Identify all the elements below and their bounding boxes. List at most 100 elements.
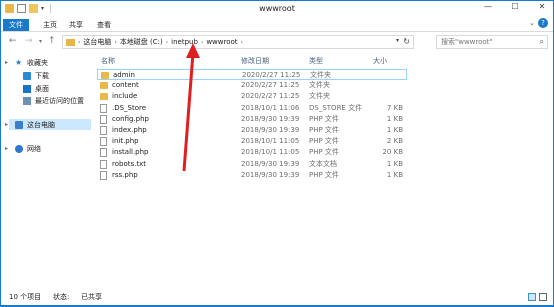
file-date: 2018/10/1 11:05 — [241, 137, 300, 146]
sort-ascending-icon: ▲ — [189, 49, 194, 56]
breadcrumb-separator-icon[interactable]: › — [241, 39, 243, 46]
column-header-date[interactable]: 修改日期 — [241, 55, 269, 67]
address-dropdown-icon[interactable]: ▾ — [396, 37, 399, 44]
file-date: 2018/9/30 19:39 — [241, 126, 300, 134]
desktop-icon — [23, 85, 31, 93]
shared-status: 已共享 — [81, 293, 102, 301]
table-row[interactable]: config.php 2018/9/30 19:39 PHP 文件 1 KB — [97, 114, 407, 125]
folder-icon — [100, 93, 108, 101]
file-date: 2020/2/27 11:25 — [241, 92, 300, 101]
explorer-window: ▾ wwwroot — ☐ ✕ 文件 主页 共享 查看 ⌄ ? ← → ▾ ↑ … — [0, 0, 554, 306]
file-icon — [100, 114, 107, 124]
table-row[interactable]: content 2020/2/27 11:25 文件夹 — [97, 80, 407, 91]
maximize-button[interactable]: ☐ — [508, 2, 522, 11]
computer-icon — [15, 120, 23, 129]
file-type: 文本文档 — [309, 159, 337, 168]
file-name: .DS_Store — [112, 103, 147, 112]
up-button[interactable]: ↑ — [48, 36, 56, 47]
file-name: install.php — [112, 148, 149, 157]
title-bar: ▾ wwwroot — ☐ ✕ — [1, 1, 553, 18]
table-row[interactable]: init.php 2018/10/1 11:05 PHP 文件 2 KB — [97, 136, 407, 147]
forward-button[interactable]: → — [25, 36, 33, 47]
status-label: 状态: — [53, 293, 70, 301]
search-input[interactable]: 搜索"wwwroot" ⌕ — [436, 35, 548, 49]
ribbon-expand-icon[interactable]: ⌄ — [529, 19, 535, 27]
tab-share[interactable]: 共享 — [63, 19, 89, 31]
details-view-icon[interactable] — [528, 293, 536, 301]
nav-favorites-label: 收藏夹 — [27, 59, 48, 67]
file-type: PHP 文件 — [309, 148, 339, 157]
table-row[interactable]: robots.txt 2018/9/30 19:39 文本文档 1 KB — [97, 159, 407, 170]
file-type: PHP 文件 — [309, 137, 339, 146]
file-type: 文件夹 — [309, 81, 330, 90]
breadcrumb-local-disk[interactable]: 本地磁盘 (C:) — [120, 37, 163, 47]
table-row[interactable]: admin 2020/2/27 11:25 文件夹 — [97, 69, 407, 80]
file-size: 1 KB — [386, 126, 403, 134]
ribbon-tabs: 文件 主页 共享 查看 ⌄ ? — [1, 18, 553, 32]
minimize-button[interactable]: — — [481, 2, 495, 11]
tab-view[interactable]: 查看 — [91, 19, 117, 31]
expand-icon[interactable]: ▸ — [5, 145, 8, 152]
breadcrumb-separator-icon[interactable]: › — [201, 39, 203, 46]
file-icon — [100, 148, 107, 158]
close-button[interactable]: ✕ — [535, 2, 549, 11]
status-bar: 10 个项目 状态: 已共享 — [1, 289, 553, 305]
expand-icon[interactable]: ▸ — [5, 59, 8, 66]
file-size: 1 KB — [386, 159, 403, 168]
nav-recent[interactable]: 最近访问的位置 — [23, 96, 84, 106]
file-date: 2020/2/27 11:25 — [241, 81, 300, 90]
column-header-type[interactable]: 类型 — [309, 55, 323, 67]
expand-icon[interactable]: ▸ — [5, 121, 8, 128]
file-date: 2018/9/30 19:39 — [241, 114, 300, 123]
address-bar[interactable]: › 这台电脑 › 本地磁盘 (C:) › inetpub › wwwroot ›… — [62, 35, 414, 49]
file-type: DS_STORE 文件 — [309, 103, 363, 112]
file-name: rss.php — [112, 170, 138, 179]
nav-desktop-label: 桌面 — [35, 85, 49, 93]
search-icon: ⌕ — [539, 37, 544, 46]
file-size: 2 KB — [386, 137, 403, 146]
nav-downloads[interactable]: 下载 — [23, 71, 49, 81]
breadcrumb-separator-icon[interactable]: › — [114, 39, 116, 46]
file-type: 文件夹 — [309, 92, 330, 101]
file-date: 2018/10/1 11:06 — [241, 103, 300, 112]
recent-locations-icon[interactable]: ▾ — [39, 36, 42, 47]
file-type: PHP 文件 — [309, 126, 339, 134]
file-size: 1 KB — [386, 114, 403, 123]
breadcrumb-inetpub[interactable]: inetpub — [171, 38, 198, 46]
file-name: config.php — [112, 114, 149, 123]
breadcrumb-wwwroot[interactable]: wwwroot — [206, 38, 237, 46]
nav-this-pc[interactable]: 这台电脑 — [9, 119, 91, 130]
tab-file[interactable]: 文件 — [3, 19, 29, 31]
folder-icon — [100, 82, 108, 90]
table-row[interactable]: install.php 2018/10/1 11:05 PHP 文件 20 KB — [97, 147, 407, 158]
column-header-name[interactable]: 名称 — [101, 55, 115, 67]
table-row[interactable]: index.php 2018/9/30 19:39 PHP 文件 1 KB — [97, 125, 407, 136]
nav-favorites[interactable]: ★ 收藏夹 — [15, 58, 48, 68]
recent-places-icon — [23, 97, 31, 105]
large-icons-view-icon[interactable] — [539, 293, 547, 301]
column-header-size[interactable]: 大小 — [373, 55, 387, 67]
table-row[interactable]: rss.php 2018/9/30 19:39 PHP 文件 1 KB — [97, 170, 407, 181]
table-row[interactable]: .DS_Store 2018/10/1 11:06 DS_STORE 文件 7 KB — [97, 103, 407, 114]
navigation-pane: ▸ ★ 收藏夹 下载 桌面 最近访问的位置 ▸ 这台电脑 ▸ 网络 — [1, 51, 93, 289]
back-button[interactable]: ← — [9, 36, 17, 47]
download-icon — [23, 72, 31, 80]
window-controls: — ☐ ✕ — [481, 2, 549, 11]
file-type: PHP 文件 — [309, 114, 339, 123]
table-row[interactable]: include 2020/2/27 11:25 文件夹 — [97, 91, 407, 102]
nav-network[interactable]: 网络 — [15, 144, 41, 154]
nav-desktop[interactable]: 桌面 — [23, 84, 49, 94]
file-size: 20 KB — [382, 148, 403, 157]
refresh-icon[interactable]: ↻ — [403, 37, 410, 46]
breadcrumb-this-pc[interactable]: 这台电脑 — [83, 37, 111, 47]
network-icon — [15, 145, 23, 153]
tab-home[interactable]: 主页 — [37, 19, 63, 31]
nav-this-pc-label: 这台电脑 — [27, 120, 55, 129]
file-icon — [100, 159, 107, 169]
file-date: 2018/10/1 11:05 — [241, 148, 300, 157]
file-size: 1 KB — [386, 170, 403, 179]
help-icon[interactable]: ? — [538, 18, 548, 28]
breadcrumb-separator-icon[interactable]: › — [166, 39, 168, 46]
nav-downloads-label: 下载 — [35, 72, 49, 80]
file-icon — [100, 137, 107, 147]
